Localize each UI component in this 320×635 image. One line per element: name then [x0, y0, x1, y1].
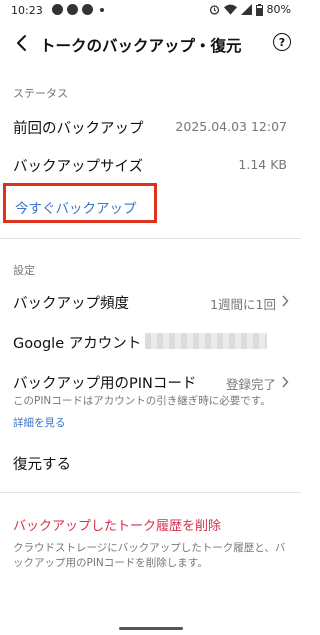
backup-frequency-label: バックアップ頻度 [13, 296, 129, 312]
back-arrow-icon[interactable] [13, 33, 31, 53]
blurred-account-value [145, 333, 267, 349]
delete-history-button[interactable]: バックアップしたトーク履歴を削除 [13, 515, 221, 534]
status-time: 10:23 [11, 4, 43, 17]
help-icon[interactable]: ? [273, 33, 291, 51]
chevron-right-icon [282, 295, 289, 307]
last-backup-value: 2025.04.03 12:07 [175, 119, 287, 134]
section-label-settings: 設定 [13, 264, 35, 277]
battery-icon [255, 3, 263, 16]
battery-percent: 80% [266, 3, 291, 16]
details-link[interactable]: 詳細を見る [13, 415, 66, 430]
delete-history-note: クラウドストレージにバックアップしたトーク履歴と、バックアップ用のPINコードを… [13, 542, 286, 569]
system-icons: 80% [209, 3, 291, 16]
backup-frequency-value: 1週間に1回 [210, 297, 276, 312]
backup-size-value: 1.14 KB [238, 157, 287, 172]
alarm-icon [209, 5, 219, 15]
facebook-icon [82, 4, 93, 15]
pin-code-label: バックアップ用のPINコード [13, 376, 197, 392]
backup-now-button[interactable]: 今すぐバックアップ [15, 197, 137, 217]
restore-button[interactable]: 復元する [13, 453, 71, 474]
dot-icon [100, 7, 104, 12]
home-indicator[interactable] [119, 627, 183, 630]
status-bar: 10:23 80% [0, 0, 301, 24]
backup-size-label: バックアップサイズ [13, 159, 144, 175]
google-account-label: Google アカウント [13, 336, 142, 352]
chevron-right-icon [282, 376, 289, 388]
divider [0, 238, 301, 239]
section-label-status: ステータス [13, 87, 68, 100]
last-backup-label: 前回のバックアップ [13, 121, 144, 137]
signal-icon [240, 4, 252, 15]
backup-now-highlight: 今すぐバックアップ [3, 183, 157, 223]
wifi-icon [223, 4, 237, 15]
chat-icon [67, 4, 78, 15]
pin-code-status: 登録完了 [225, 377, 276, 392]
page-title: トークのバックアップ・復元 [40, 37, 242, 55]
pin-code-note: このPINコードはアカウントの引き継ぎ時に必要です。 [13, 395, 271, 407]
notification-icons [52, 4, 104, 15]
facebook-icon [52, 4, 63, 15]
app-header: トークのバックアップ・復元 ? [0, 28, 301, 60]
divider [0, 492, 301, 493]
